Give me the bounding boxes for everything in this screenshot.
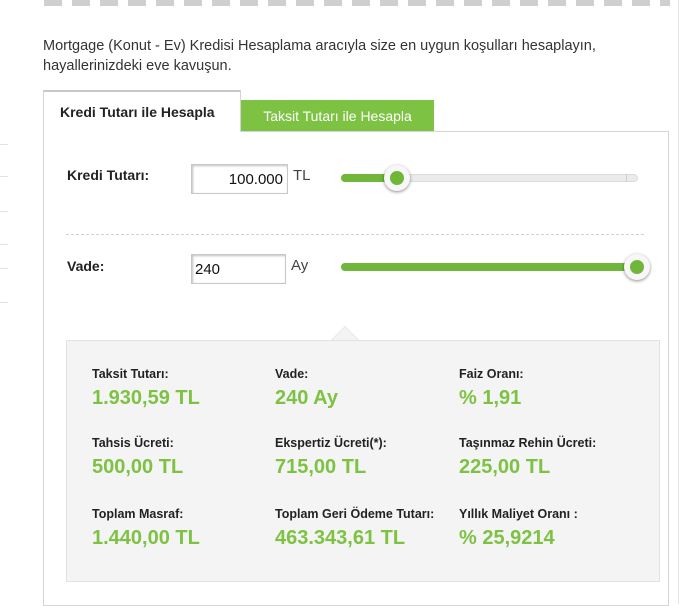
tab-loan-amount[interactable]: Kredi Tutarı ile Hesapla [43,90,241,132]
term-slider-fill [341,263,637,271]
row-divider [66,234,644,235]
result-label-total-repayment: Toplam Geri Ödeme Tutarı: [275,507,435,521]
result-value-annual-cost: % 25,9214 [459,527,555,549]
slider-tick [626,174,627,182]
loan-amount-input[interactable] [191,164,288,194]
loan-amount-unit: TL [293,167,311,184]
result-label-allocation-fee: Tahsis Ücreti: [92,436,174,450]
result-value-appraisal-fee: 715,00 TL [275,456,367,478]
result-label-interest: Faiz Oranı: [459,367,524,381]
result-value-total-expense: 1.440,00 TL [92,527,200,549]
term-unit: Ay [291,257,309,274]
loan-amount-label: Kredi Tutarı: [67,167,150,183]
result-label-installment: Taksit Tutarı: [92,367,169,381]
term-slider-handle[interactable] [624,254,650,280]
tab-installment-amount[interactable]: Taksit Tutarı ile Hesapla [241,100,434,132]
results-pointer-fill [332,327,358,340]
top-dashed-border [44,0,670,6]
right-border-line [678,0,679,604]
result-label-mortgage-fee: Taşınmaz Rehin Ücreti: [459,436,597,450]
result-label-annual-cost: Yıllık Maliyet Oranı : [459,507,578,521]
page-edge-line [0,144,8,145]
page-edge-line [0,176,8,177]
result-value-installment: 1.930,59 TL [92,387,200,409]
term-input[interactable] [191,254,286,284]
result-label-total-expense: Toplam Masraf: [92,507,184,521]
result-label-appraisal-fee: Ekspertiz Ücreti(*): [275,436,387,450]
result-value-total-repayment: 463.343,61 TL [275,527,406,549]
result-label-term: Vade: [275,367,309,381]
result-value-mortgage-fee: 225,00 TL [459,456,551,478]
page-edge-line [0,211,8,212]
page-edge-line [0,268,8,269]
page-edge-line [0,302,8,303]
intro-text: Mortgage (Konut - Ev) Kredisi Hesaplama … [43,38,596,74]
result-value-interest: % 1,91 [459,387,522,409]
result-value-allocation-fee: 500,00 TL [92,456,184,478]
loan-amount-slider-handle[interactable] [384,165,410,191]
term-label: Vade: [67,258,105,274]
result-value-term: 240 Ay [275,387,339,409]
page-edge-line [0,244,8,245]
